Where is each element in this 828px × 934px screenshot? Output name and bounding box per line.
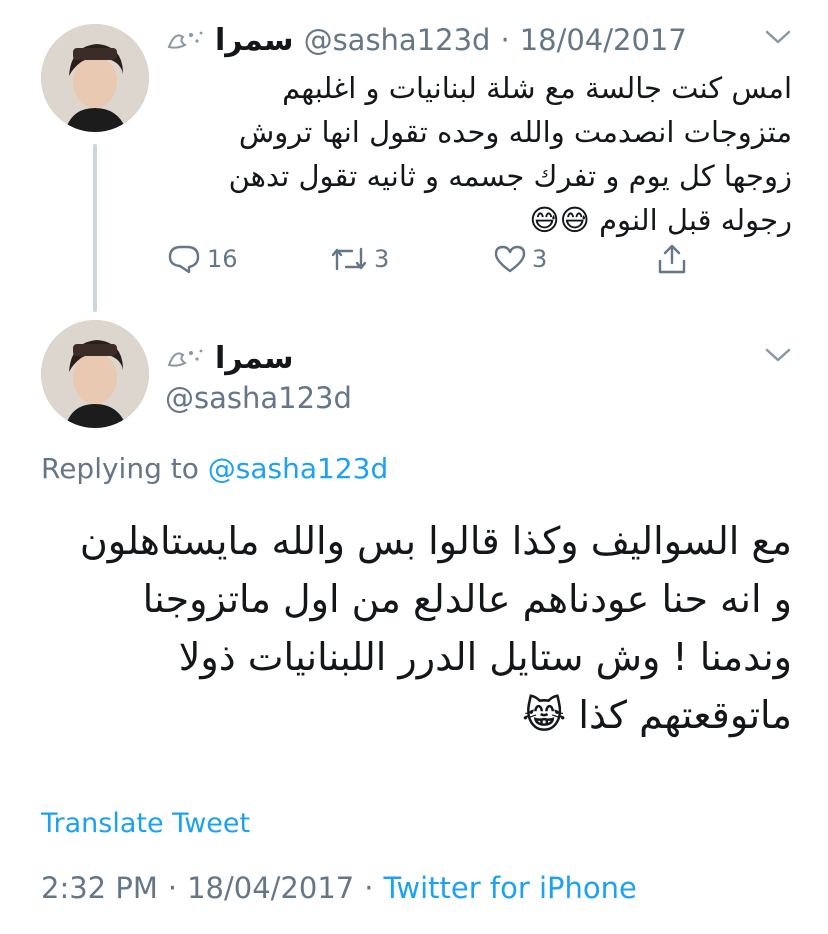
meta-separator: · [364,871,374,905]
tweet1-header: سمرا @sasha123d · 18/04/2017 [165,20,687,60]
tweet2-text: مع السواليف وكذا قالوا بس والله مايستاهل… [79,519,792,737]
replying-to: Replying to @sasha123d [41,452,388,485]
like-button[interactable]: 3 [494,245,547,273]
reply-count: 16 [207,245,238,273]
tweet1-name[interactable]: سمرا [215,23,294,58]
tweet2-handle[interactable]: @sasha123d [165,381,352,415]
share-button[interactable] [656,243,688,275]
avatar-photo [41,320,149,428]
tweet1-handle[interactable]: @sasha123d [304,23,491,57]
retweet-button[interactable]: 3 [330,245,389,273]
tweet1-separator: · [500,23,510,57]
replying-label: Replying to [41,452,199,485]
tweet1-text: امس كنت جالسة مع شلة لبنانيات و اغلبهم م… [228,71,792,237]
chevron-down-icon[interactable] [764,28,792,46]
avatar[interactable] [41,24,149,132]
retweet-count: 3 [374,245,390,273]
tweet2-name[interactable]: سمرا [215,341,294,376]
thread-line [93,144,97,312]
tweet2-name-row: سمرا [165,338,294,378]
tweet-meta: 2:32 PM · 18/04/2017 · Twitter for iPhon… [41,871,637,905]
avatar-photo [41,24,149,132]
meta-separator: · [167,871,178,905]
source-link[interactable]: Twitter for iPhone [383,871,636,905]
fairy-sparkle-icon [165,27,205,53]
heart-icon [494,245,526,273]
avatar[interactable] [41,320,149,428]
reply-button[interactable]: 16 [167,244,238,274]
fairy-sparkle-icon [165,345,205,371]
retweet-icon [330,245,368,273]
translate-tweet-link[interactable]: Translate Tweet [41,808,250,839]
replying-handle-link[interactable]: @sasha123d [208,452,388,485]
like-count: 3 [532,245,548,273]
reply-icon [167,244,201,274]
tweet-time: 2:32 PM [41,871,158,905]
tweet1-date[interactable]: 18/04/2017 [520,23,687,57]
chevron-down-icon[interactable] [764,346,792,364]
tweet-date: 18/04/2017 [187,871,355,905]
share-icon [656,243,688,275]
